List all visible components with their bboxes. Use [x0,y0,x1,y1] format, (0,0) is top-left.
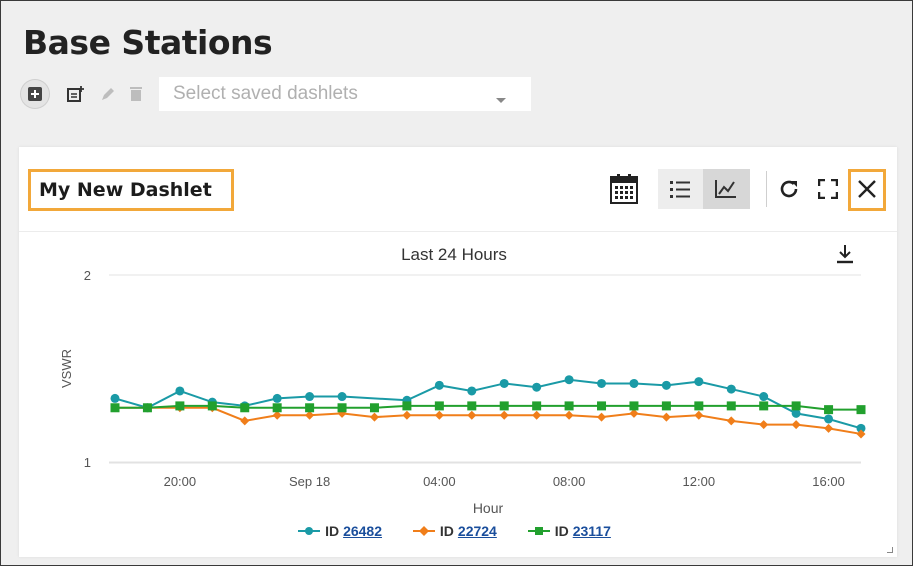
legend-item-23117[interactable]: ID 23117 [527,523,611,539]
data-point-23117 [207,401,217,411]
add-dashlet-icon[interactable] [21,80,49,108]
data-point-22724 [564,410,574,420]
data-point-26482 [337,392,347,402]
new-note-icon[interactable] [67,84,85,104]
legend-label: ID [554,523,569,539]
data-point-26482 [305,392,315,402]
data-point-26482 [824,414,834,424]
pencil-icon[interactable] [99,84,117,104]
data-point-23117 [564,401,574,411]
page-title: Base Stations [23,23,273,62]
data-point-23117 [856,405,866,415]
data-point-22724 [499,410,509,420]
dashlet-panel: My New Dashlet Last 24 Hours 1 2 20:00 Sep [19,147,897,557]
data-point-26482 [467,386,477,396]
data-point-22724 [434,410,444,420]
data-point-22724 [532,410,542,420]
vswr-chart: 1 2 20:00 Sep 18 04:00 08:00 12:00 16:00 Hour VSW… [59,268,866,516]
y-tick-label: 1 [84,455,91,470]
legend-id-link[interactable]: 26482 [343,523,382,539]
data-point-23117 [629,401,639,411]
data-point-26482 [726,384,736,394]
data-point-23117 [305,403,315,413]
data-point-23117 [467,401,477,411]
data-point-26482 [434,380,444,390]
data-point-22724 [597,412,607,422]
data-point-26482 [694,377,704,387]
data-point-23117 [110,403,120,413]
saved-dashlets-select[interactable]: Select saved dashlets [159,77,531,111]
data-point-26482 [661,380,671,390]
data-point-23117 [694,401,704,411]
app-frame: Base Stations Select saved dashlets My N… [0,0,913,566]
x-tick-label: 08:00 [553,474,586,489]
x-axis-title: Hour [473,500,504,516]
data-point-23117 [791,401,801,411]
data-point-23117 [369,403,379,413]
data-point-22724 [824,423,834,433]
saved-dashlets-placeholder: Select saved dashlets [173,83,358,104]
data-point-23117 [402,401,412,411]
chevron-down-icon [495,89,507,111]
data-point-23117 [175,401,185,411]
series-line-26482 [114,378,862,430]
data-point-26482 [597,378,607,388]
data-point-23117 [759,401,769,411]
x-tick-label: 04:00 [423,474,456,489]
data-point-23117 [597,401,607,411]
x-tick-label: 12:00 [683,474,716,489]
series-line-22724 [115,406,862,435]
data-point-23117 [272,403,282,413]
data-point-26482 [175,386,185,396]
data-point-26482 [499,378,509,388]
data-point-23117 [240,403,250,413]
y-axis-title: VSWR [59,349,74,388]
data-point-22724 [661,412,671,422]
data-point-22724 [369,412,379,422]
data-point-23117 [824,405,834,415]
data-point-23117 [499,401,509,411]
data-point-23117 [434,401,444,411]
data-point-23117 [661,401,671,411]
data-point-22724 [694,410,704,420]
data-point-23117 [726,401,736,411]
legend-label: ID [439,523,454,539]
data-point-26482 [629,378,639,388]
data-point-22724 [759,420,769,430]
y-tick-label: 2 [84,268,91,283]
data-point-22724 [240,416,250,426]
data-point-22724 [726,416,736,426]
legend-id-link[interactable]: 23117 [573,523,611,539]
legend-item-22724[interactable]: ID 22724 [412,523,497,539]
data-point-26482 [110,393,120,403]
resize-handle[interactable] [887,547,893,553]
x-tick-label: Sep 18 [289,474,330,489]
data-point-22724 [791,420,801,430]
legend-id-link[interactable]: 22724 [458,523,497,539]
data-point-26482 [272,393,282,403]
x-tick-label: 20:00 [164,474,197,489]
data-point-26482 [564,375,574,385]
data-point-22724 [467,410,477,420]
data-point-23117 [337,403,347,413]
series-line-23117 [115,404,861,411]
data-point-26482 [759,392,769,402]
data-point-22724 [402,410,412,420]
legend-item-26482[interactable]: ID 26482 [297,523,382,539]
data-point-23117 [532,401,542,411]
trash-icon[interactable] [127,84,145,104]
x-tick-label: 16:00 [812,474,845,489]
legend-label: ID [325,523,340,539]
data-point-26482 [532,382,542,392]
chart-legend: ID 26482 ID 22724 ID 23117 [19,523,889,540]
data-point-23117 [142,403,152,413]
